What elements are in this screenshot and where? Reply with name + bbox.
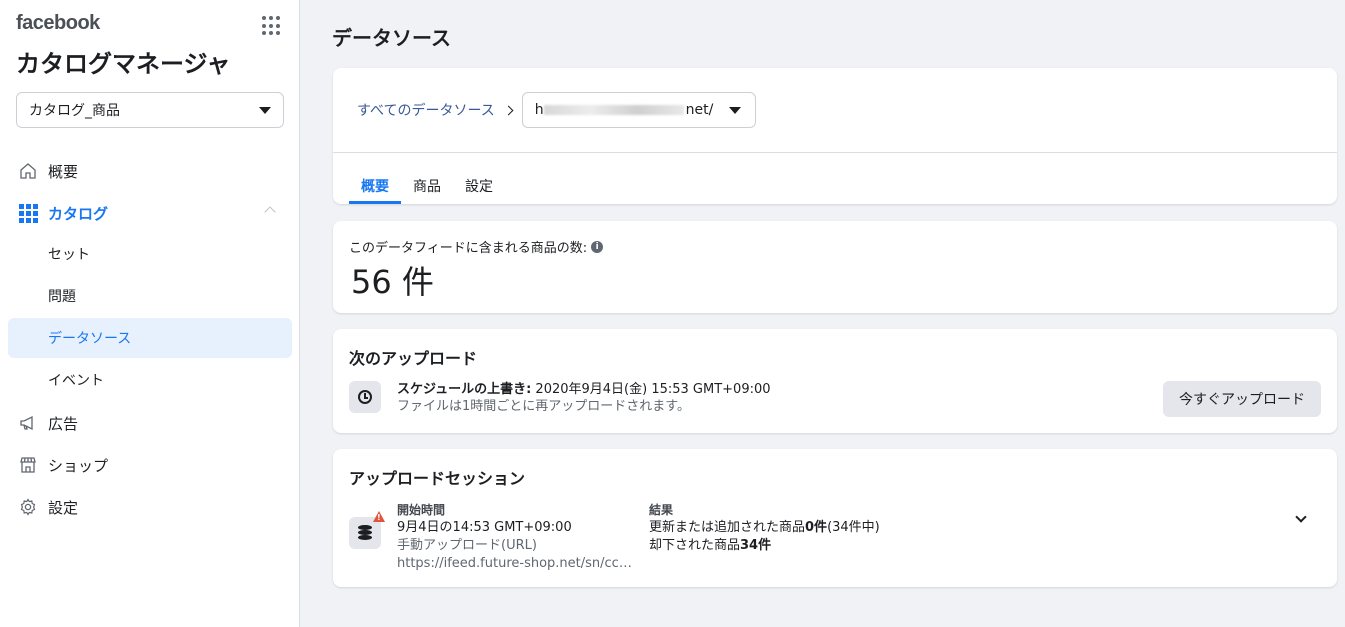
- warning-icon-mark: !: [377, 513, 381, 522]
- session-start-column: 開始時間 9月4日の14:53 GMT+09:00 手動アップロード(URL) …: [397, 501, 635, 573]
- info-icon[interactable]: i: [591, 240, 604, 253]
- tab-overview[interactable]: 概要: [349, 176, 401, 204]
- sidebar-item-label: 概要: [48, 162, 79, 181]
- feed-count-label-text: このデータフィードに含まれる商品の数:: [349, 241, 588, 256]
- megaphone-icon: [18, 413, 38, 433]
- storefront-icon: [18, 455, 38, 475]
- sidebar-item-events[interactable]: イベント: [8, 360, 292, 400]
- caret-down-icon: [728, 106, 741, 114]
- sidebar-item-overview[interactable]: 概要: [8, 150, 292, 192]
- schedule-value: 2020年9月4日(金) 15:53 GMT+09:00: [531, 382, 771, 397]
- chevron-right-icon: [503, 105, 514, 115]
- apps-grid-icon[interactable]: [262, 16, 282, 36]
- sidebar-nav: 概要 カタログ セット 問題 データソース イベント 広告 ショップ 設定: [8, 150, 292, 528]
- data-source-selector-value: h net/: [534, 102, 714, 118]
- feed-url: https://ifeed.future-shop.net/sn/ccdo…: [397, 556, 635, 571]
- sidebar-item-ads[interactable]: 広告: [8, 402, 292, 444]
- start-time-value: 9月4日の14:53 GMT+09:00: [397, 520, 572, 535]
- chevron-up-icon[interactable]: [264, 206, 276, 218]
- sidebar-item-issues[interactable]: 問題: [8, 276, 292, 316]
- sidebar-item-label: 広告: [48, 414, 79, 433]
- gear-icon: [18, 497, 38, 517]
- sidebar-item-settings[interactable]: 設定: [8, 486, 292, 528]
- sidebar-item-label: カタログ: [48, 204, 109, 223]
- sidebar: facebook カタログマネージャ カタログ_商品 概要 カタログ セット 問…: [0, 0, 300, 627]
- facebook-logo[interactable]: facebook: [16, 12, 100, 35]
- feed-count-card: このデータフィードに含まれる商品の数: i 56 件: [333, 221, 1337, 313]
- feed-count-label: このデータフィードに含まれる商品の数: i: [349, 237, 604, 256]
- rejected-products: 却下された商品34件: [649, 538, 772, 553]
- schedule-label: スケジュールの上書き:: [397, 382, 532, 397]
- next-upload-card: 次のアップロード スケジュールの上書き: 2020年9月4日(金) 15:53 …: [333, 329, 1337, 433]
- data-source-header-card: すべてのデータソース h net/ 概要 商品 設定: [333, 68, 1337, 204]
- upload-method: 手動アップロード(URL): [397, 538, 537, 553]
- feed-count-value: 56 件: [351, 263, 434, 301]
- sidebar-item-data-sources[interactable]: データソース: [8, 318, 292, 358]
- next-upload-heading: 次のアップロード: [349, 349, 478, 368]
- sidebar-item-label: ショップ: [48, 456, 109, 475]
- upload-session-card: アップロードセッション ! 開始時間 9月4日の14:53 GMT+09:00 …: [333, 449, 1337, 587]
- tab-products[interactable]: 商品: [401, 176, 453, 204]
- start-time-header: 開始時間: [397, 503, 446, 517]
- upload-session-heading: アップロードセッション: [349, 469, 526, 488]
- catalog-selector[interactable]: カタログ_商品: [16, 92, 284, 128]
- data-source-selector[interactable]: h net/: [521, 92, 756, 128]
- divider: [333, 152, 1337, 153]
- alarm-clock-icon: [349, 381, 381, 413]
- sidebar-item-label: 設定: [48, 498, 79, 517]
- session-result-column: 結果 更新または追加された商品0件(34件中) 却下された商品34件: [649, 501, 880, 555]
- app-title: カタログマネージャ: [16, 50, 231, 78]
- schedule-frequency: ファイルは1時間ごとに再アップロードされます。: [397, 399, 690, 414]
- catalog-selector-value: カタログ_商品: [29, 103, 120, 119]
- home-icon: [18, 161, 38, 181]
- main-content: データソース すべてのデータソース h net/ 概要 商品 設定 このデータフィ…: [301, 0, 1345, 627]
- breadcrumb-all-sources-link[interactable]: すべてのデータソース: [357, 100, 495, 120]
- tab-bar: 概要 商品 設定: [349, 176, 505, 204]
- breadcrumb: すべてのデータソース h net/: [357, 92, 756, 128]
- sidebar-item-catalog[interactable]: カタログ: [8, 192, 292, 234]
- chevron-down-icon[interactable]: [1295, 511, 1307, 523]
- catalog-grid-icon: [18, 203, 38, 223]
- sidebar-item-shop[interactable]: ショップ: [8, 444, 292, 486]
- redacted-url-blur: [543, 105, 684, 115]
- upload-now-button[interactable]: 今すぐアップロード: [1163, 381, 1321, 417]
- sidebar-item-sets[interactable]: セット: [8, 234, 292, 274]
- updated-products: 更新または追加された商品0件(34件中): [649, 520, 880, 535]
- result-header: 結果: [649, 503, 674, 517]
- caret-down-icon: [259, 106, 271, 114]
- tab-settings[interactable]: 設定: [453, 176, 505, 204]
- schedule-info: スケジュールの上書き: 2020年9月4日(金) 15:53 GMT+09:00…: [397, 381, 771, 415]
- page-title: データソース: [332, 26, 451, 50]
